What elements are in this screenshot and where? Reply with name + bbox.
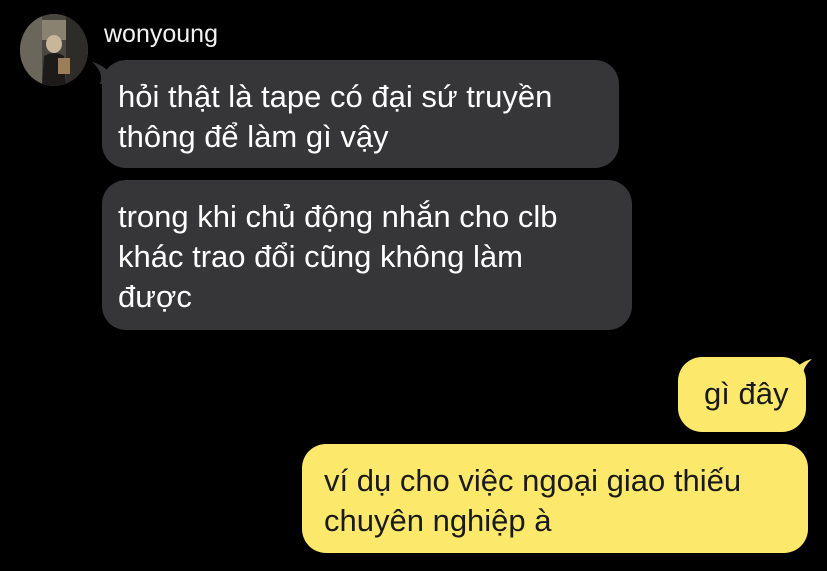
outgoing-message-bubble[interactable]: ví dụ cho việc ngoại giao thiếu chuyên n… (302, 444, 808, 553)
message-line: ví dụ cho việc ngoại giao thiếu (324, 463, 742, 498)
sender-name: wonyoung (104, 20, 218, 48)
message-line: thông để làm gì vậy (118, 119, 389, 154)
outgoing-message-bubble[interactable]: gì đây (678, 357, 806, 432)
message-line: hỏi thật là tape có đại sứ truyền (118, 79, 553, 114)
avatar[interactable] (20, 14, 88, 86)
message-line: được (118, 279, 192, 314)
message-line: khác trao đổi cũng không làm (118, 239, 523, 274)
message-line: chuyên nghiệp à (324, 503, 552, 538)
incoming-message-bubble[interactable]: hỏi thật là tape có đại sứ truyền thông … (102, 60, 619, 168)
incoming-message-bubble[interactable]: trong khi chủ động nhắn cho clb khác tra… (102, 180, 632, 330)
user-avatar-photo-icon (20, 14, 88, 86)
message-line: gì đây (704, 376, 789, 411)
message-line: trong khi chủ động nhắn cho clb (118, 199, 558, 234)
